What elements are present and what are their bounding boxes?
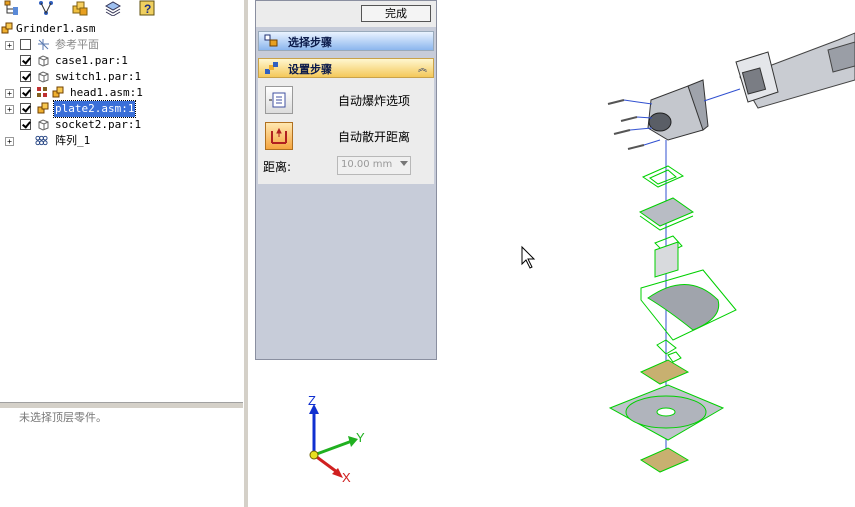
visibility-checkbox[interactable] — [20, 71, 31, 82]
tree-item-label: head1.asm:1 — [70, 86, 143, 99]
setup-step-icon — [265, 62, 278, 74]
pattern-icon — [35, 135, 48, 146]
tree-item-label: socket2.par:1 — [55, 118, 142, 131]
expand-icon[interactable]: + — [5, 89, 14, 98]
done-button[interactable]: 完成 — [361, 5, 431, 22]
select-step-band[interactable]: 选择步骤 — [258, 31, 434, 51]
assembly-tree-pane: ? Grinder1.asm + 参考平面 case1.par:1 switch… — [0, 0, 243, 507]
explode-command-panel: 完成 选择步骤 设置步骤 ︽ 自动爆炸选项 自动散开距离 距离: 10.00 m… — [255, 0, 437, 360]
auto-explode-options-label: 自动爆炸选项 — [338, 94, 411, 108]
reference-plane-icon — [38, 39, 49, 50]
auto-spread-distance-label: 自动散开距离 — [338, 130, 411, 144]
tree-toolbar: ? — [0, 0, 243, 18]
exploded-parts-wireframe[interactable] — [608, 165, 737, 473]
assembly-icon — [52, 86, 64, 98]
relationships-icon[interactable] — [38, 0, 54, 16]
tree-item-label: 参考平面 — [55, 38, 99, 51]
visibility-checkbox[interactable] — [20, 103, 31, 114]
svg-text:?: ? — [144, 2, 151, 16]
coordinate-triad[interactable]: Z Y X — [308, 393, 365, 485]
setup-step-body: 自动爆炸选项 自动散开距离 距离: 10.00 mm — [258, 78, 434, 184]
select-step-title: 选择步骤 — [288, 36, 332, 49]
distance-label: 距离: — [263, 160, 292, 174]
expand-icon[interactable]: + — [5, 137, 14, 146]
spread-distance-icon — [271, 127, 287, 144]
distance-value: 10.00 mm — [341, 159, 393, 170]
setup-step-title: 设置步骤 — [288, 63, 332, 76]
pane-splitter[interactable] — [0, 402, 243, 409]
grinder-head[interactable] — [647, 79, 709, 141]
expand-icon[interactable]: + — [5, 105, 14, 114]
explode-options-icon — [269, 92, 286, 108]
visibility-checkbox[interactable] — [20, 87, 31, 98]
layers-icon[interactable] — [105, 0, 121, 16]
part-icon — [38, 119, 49, 131]
tree-item-label: switch1.par:1 — [55, 70, 142, 83]
tree-root-label: Grinder1.asm — [16, 22, 96, 35]
mouse-cursor — [521, 245, 536, 269]
assembly-tree-icon[interactable] — [4, 0, 20, 16]
tree-item-label: plate2.asm:1 — [52, 100, 137, 118]
screws[interactable] — [607, 99, 645, 150]
dropdown-arrow-icon[interactable] — [400, 161, 408, 166]
status-message: 未选择顶层零件。 — [19, 411, 107, 424]
collapse-chevron-icon[interactable]: ︽ — [418, 61, 427, 74]
distance-select[interactable]: 10.00 mm — [337, 156, 411, 175]
expand-icon[interactable]: + — [5, 41, 14, 50]
auto-explode-options-button[interactable] — [265, 86, 293, 114]
parts-icon[interactable] — [72, 0, 88, 16]
auto-spread-distance-button[interactable] — [265, 122, 293, 150]
grinder-body[interactable] — [735, 32, 855, 109]
part-icon — [38, 71, 49, 83]
x-axis-label: X — [342, 470, 351, 485]
visibility-checkbox[interactable] — [20, 39, 31, 50]
z-axis-label: Z — [308, 393, 316, 408]
visibility-checkbox[interactable] — [20, 55, 31, 66]
tree-item-label: 阵列_1 — [55, 134, 91, 147]
help-icon[interactable]: ? — [139, 0, 155, 16]
explode-state-icon — [37, 87, 47, 97]
command-top-bar: 完成 — [256, 1, 436, 27]
assembly-icon — [37, 102, 49, 114]
part-icon — [38, 55, 49, 67]
select-step-icon — [264, 34, 278, 47]
visibility-checkbox[interactable] — [20, 119, 31, 130]
tree-item-label: case1.par:1 — [55, 54, 128, 67]
y-axis-label: Y — [356, 430, 365, 445]
setup-step-band[interactable]: 设置步骤 ︽ — [258, 58, 434, 78]
assembly-icon — [1, 22, 13, 34]
